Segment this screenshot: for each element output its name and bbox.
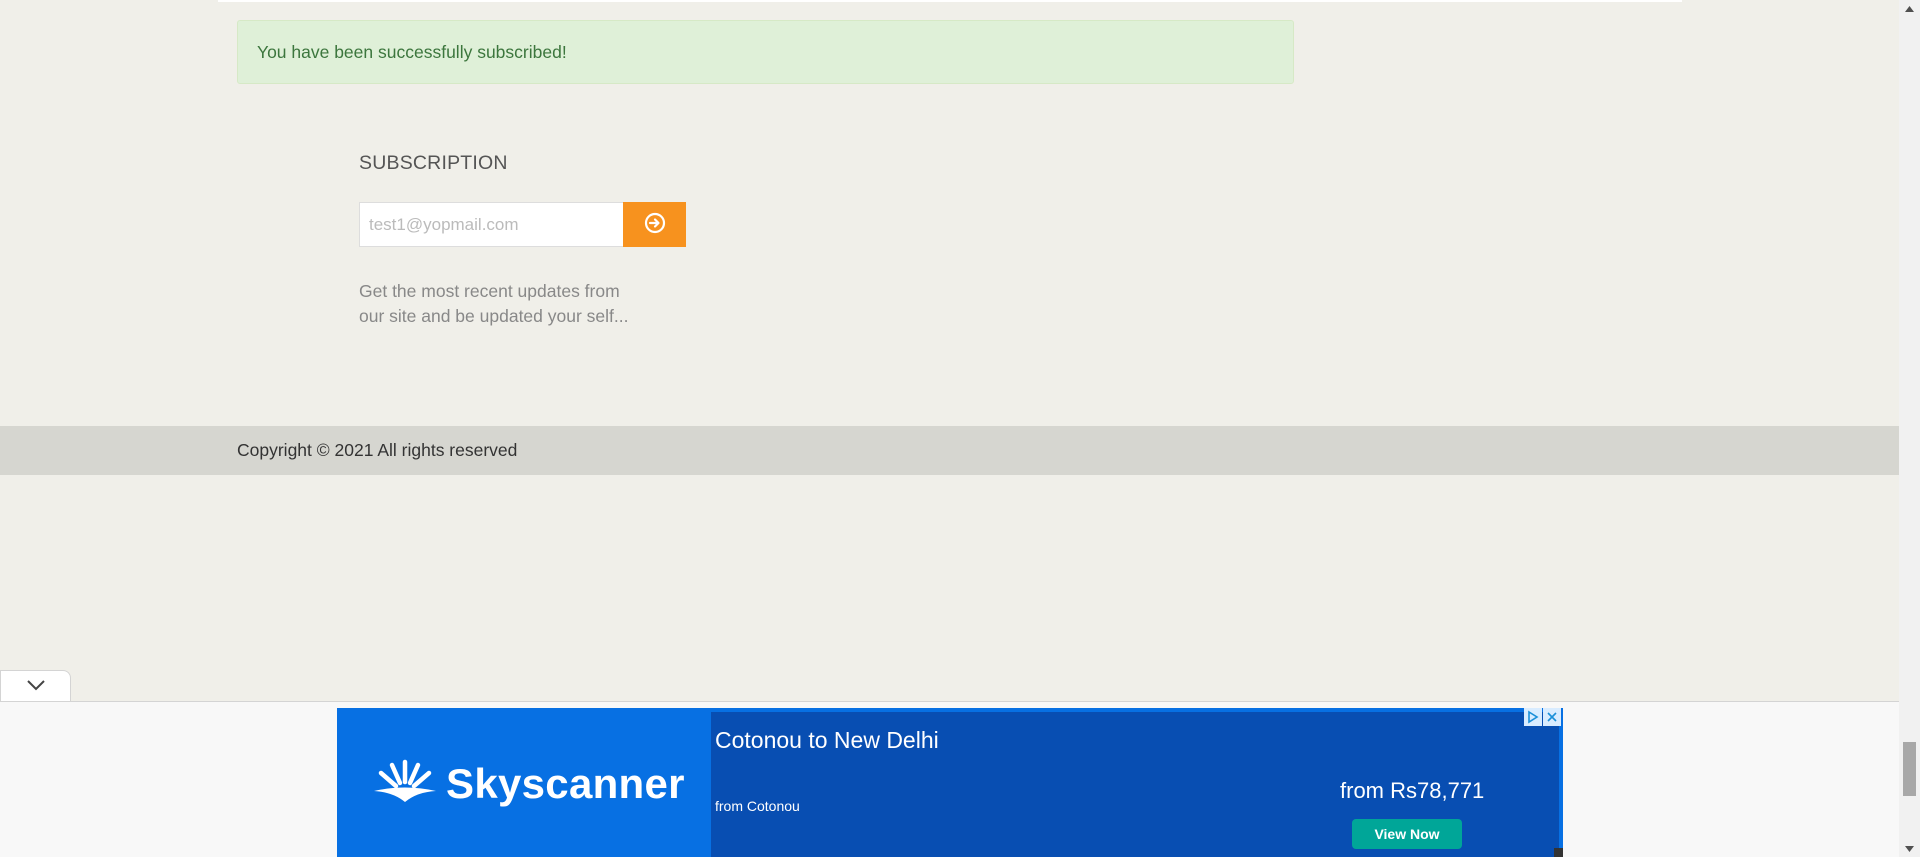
skyscanner-brand-text: Skyscanner <box>446 759 685 807</box>
ad-corner-icon <box>1554 848 1563 857</box>
ad-close-icon[interactable] <box>1543 708 1561 726</box>
ad-origin-text: from Cotonou <box>715 798 800 814</box>
page-top-edge <box>218 0 1682 2</box>
scroll-down-arrow-icon[interactable] <box>1899 840 1920 857</box>
arrow-circle-right-icon <box>644 212 666 237</box>
subscribe-button[interactable] <box>623 202 686 247</box>
vertical-scrollbar[interactable] <box>1899 0 1920 857</box>
scroll-up-arrow-icon[interactable] <box>1899 0 1920 17</box>
footer-bar: Copyright © 2021 All rights reserved <box>0 426 1899 475</box>
success-alert-message: You have been successfully subscribed! <box>257 42 567 62</box>
adchoices-icon[interactable] <box>1524 708 1542 726</box>
ad-collapse-toggle[interactable] <box>0 670 71 702</box>
ad-route-title: Cotonou to New Delhi <box>715 727 939 753</box>
chevron-down-icon <box>26 678 46 696</box>
subscription-title: SUBSCRIPTION <box>359 152 508 174</box>
skyscanner-logo: Skyscanner <box>372 758 685 809</box>
subscription-email-input[interactable] <box>359 202 624 247</box>
copyright-text: Copyright © 2021 All rights reserved <box>237 440 518 460</box>
ad-choices <box>1524 708 1561 726</box>
ad-view-now-button[interactable]: View Now <box>1352 819 1462 849</box>
scrollbar-thumb[interactable] <box>1903 742 1916 796</box>
ad-price-text: from Rs78,771 <box>1340 778 1485 803</box>
subscription-description-line2: our site and be updated your self... <box>359 306 629 326</box>
subscription-description-line1: Get the most recent updates from <box>359 281 620 301</box>
sunrise-logo-icon <box>372 758 438 809</box>
subscription-description: Get the most recent updates from our sit… <box>359 279 639 329</box>
ad-offer-panel[interactable]: Cotonou to New Delhi from Cotonou from R… <box>711 712 1559 857</box>
skyscanner-ad-banner[interactable]: Skyscanner Cotonou to New Delhi from Cot… <box>337 708 1563 857</box>
success-alert: You have been successfully subscribed! <box>237 20 1294 84</box>
